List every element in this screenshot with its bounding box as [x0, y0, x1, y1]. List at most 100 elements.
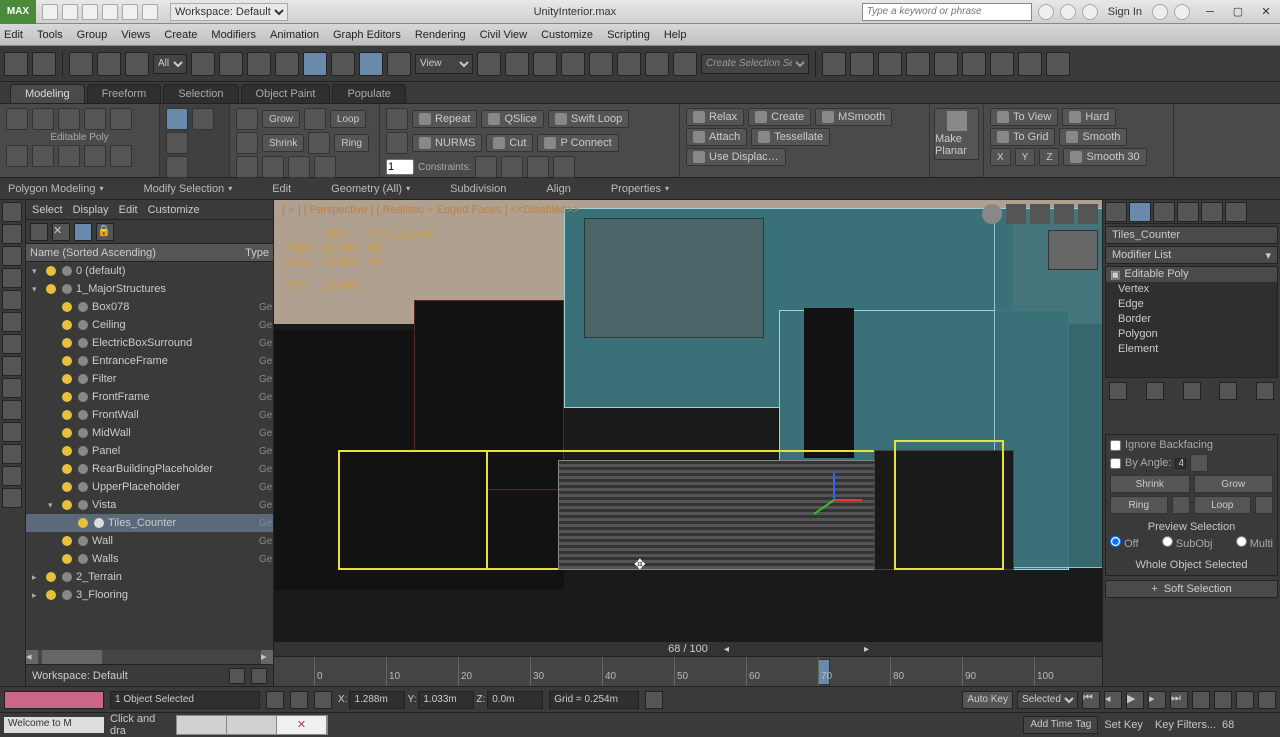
ring-spinner[interactable] — [1172, 496, 1190, 514]
keyboard-shortcut-button[interactable] — [533, 52, 557, 76]
nurms-button[interactable]: NURMS — [412, 134, 482, 152]
tree-hscroll[interactable]: ◂▸ — [26, 650, 273, 664]
tree-row[interactable]: Tiles_CounterGe — [26, 514, 273, 532]
ep-icon-1[interactable] — [6, 145, 28, 167]
new-icon[interactable] — [42, 4, 58, 20]
scale-button[interactable] — [359, 52, 383, 76]
grow-spinup[interactable] — [236, 108, 258, 130]
preview-off-radio[interactable] — [1110, 536, 1121, 547]
next-frame-icon[interactable]: ▸ — [1148, 691, 1166, 709]
ep-vertex-icon[interactable] — [6, 108, 28, 130]
toview-button[interactable]: To View — [990, 108, 1058, 126]
menu-animation[interactable]: Animation — [270, 29, 319, 41]
tree-row[interactable]: Box078Ge — [26, 298, 273, 316]
ls-icon-13[interactable] — [2, 466, 22, 486]
se-tool-2[interactable]: ✕ — [52, 223, 70, 241]
sel-icon-b[interactable] — [262, 156, 284, 178]
pconnect-button[interactable]: P Connect — [537, 134, 618, 152]
constraint-face-icon[interactable] — [527, 156, 549, 178]
tree-row[interactable]: FrontFrameGe — [26, 388, 273, 406]
tree-row[interactable]: ▸2_Terrain — [26, 568, 273, 586]
ls-icon-7[interactable] — [2, 334, 22, 354]
ls-icon-14[interactable] — [2, 488, 22, 508]
object-name-field[interactable]: Tiles_Counter — [1105, 226, 1278, 244]
viewcube[interactable] — [1048, 230, 1098, 270]
angle-snap-button[interactable] — [589, 52, 613, 76]
utilities-tab-icon[interactable] — [1225, 202, 1247, 222]
tree-row[interactable]: WallGe — [26, 532, 273, 550]
close-button[interactable]: ✕ — [1252, 2, 1280, 22]
name-column-header[interactable]: Name (Sorted Ascending) — [30, 247, 156, 259]
se-tool-3[interactable] — [74, 223, 92, 241]
ep-border-icon[interactable] — [58, 108, 80, 130]
qslice-button[interactable]: QSlice — [481, 110, 543, 128]
ls-icon-6[interactable] — [2, 312, 22, 332]
play-icon[interactable]: ▶ — [1126, 691, 1144, 709]
remove-mod-icon[interactable] — [1219, 382, 1237, 400]
z-button[interactable]: Z — [1039, 148, 1059, 166]
ls-icon-11[interactable] — [2, 422, 22, 442]
ls-icon-10[interactable] — [2, 400, 22, 420]
constraint-edge-icon[interactable] — [501, 156, 523, 178]
msmooth-button[interactable]: MSmooth — [815, 108, 892, 126]
keyfilters-button[interactable]: Key Filters... — [1155, 719, 1216, 731]
cut-button[interactable]: Cut — [486, 134, 533, 152]
tree-row[interactable]: ▾VistaGe — [26, 496, 273, 514]
polygon-modeling-dropdown[interactable]: Polygon Modeling — [8, 183, 103, 195]
smooth30-button[interactable]: Smooth 30 — [1063, 148, 1146, 166]
vp-icon-3[interactable] — [1030, 204, 1050, 224]
menu-create[interactable]: Create — [164, 29, 197, 41]
constraint-normal-icon[interactable] — [553, 156, 575, 178]
z-coord-field[interactable]: 0.0m — [487, 691, 543, 709]
ws-icon-2[interactable] — [251, 668, 267, 684]
prev-frame-icon[interactable]: ◂ — [1104, 691, 1122, 709]
shrink-button[interactable]: Shrink — [262, 134, 304, 152]
editnamed-button[interactable] — [673, 52, 697, 76]
modify-tab-icon[interactable] — [1129, 202, 1151, 222]
ls-icon-4[interactable] — [2, 268, 22, 288]
save-icon[interactable] — [82, 4, 98, 20]
modify-selection-dropdown[interactable]: Modify Selection — [143, 183, 232, 195]
ls-icon-5[interactable] — [2, 290, 22, 310]
preview-icon[interactable] — [166, 108, 188, 130]
configure-sets-icon[interactable] — [1256, 382, 1274, 400]
sel-icon-c[interactable] — [288, 156, 310, 178]
x-coord-field[interactable]: 1.288m — [349, 691, 405, 709]
lock-selection-icon[interactable] — [266, 691, 284, 709]
y-coord-field[interactable]: 1.033m — [418, 691, 474, 709]
vp-icon-2[interactable] — [1006, 204, 1026, 224]
ring-button[interactable]: Ring — [334, 134, 369, 152]
tab-populate[interactable]: Populate — [332, 84, 405, 103]
se-tab-display[interactable]: Display — [73, 204, 109, 216]
menu-views[interactable]: Views — [121, 29, 150, 41]
togrid-button[interactable]: To Grid — [990, 128, 1055, 146]
bind-button[interactable] — [125, 52, 149, 76]
ignore-backfacing-checkbox[interactable] — [1110, 440, 1121, 451]
user-icon[interactable] — [1082, 4, 1098, 20]
preview-icon-4[interactable] — [166, 156, 188, 178]
isolate-icon[interactable] — [290, 691, 308, 709]
link-icon[interactable] — [142, 4, 158, 20]
hard-button[interactable]: Hard — [1062, 108, 1116, 126]
modifier-stack[interactable]: ▣Editable Poly Vertex Edge Border Polygo… — [1105, 266, 1278, 378]
current-frame-field[interactable]: 68 — [1222, 719, 1252, 731]
vp-icon-4[interactable] — [1054, 204, 1074, 224]
select-object-button[interactable] — [191, 52, 215, 76]
se-tool-1[interactable] — [30, 223, 48, 241]
soft-selection-header[interactable]: + Soft Selection — [1106, 581, 1277, 597]
usedisplac-button[interactable]: Use Displac… — [686, 148, 786, 166]
percent-snap-button[interactable] — [617, 52, 641, 76]
redo-button[interactable] — [32, 52, 56, 76]
x-button[interactable]: X — [990, 148, 1011, 166]
workspace-dropdown[interactable]: Workspace: Default — [170, 3, 288, 21]
tree-row[interactable]: EntranceFrameGe — [26, 352, 273, 370]
angle-field[interactable] — [1175, 458, 1186, 469]
nav-icon-4[interactable] — [1258, 691, 1276, 709]
ls-icon-2[interactable] — [2, 224, 22, 244]
repeat-button[interactable]: Repeat — [412, 110, 477, 128]
create-button[interactable]: Create — [748, 108, 811, 126]
make-unique-icon[interactable] — [1183, 382, 1201, 400]
tree-row[interactable]: MidWallGe — [26, 424, 273, 442]
pivot-button[interactable] — [477, 52, 501, 76]
preview-icon-2[interactable] — [192, 108, 214, 130]
